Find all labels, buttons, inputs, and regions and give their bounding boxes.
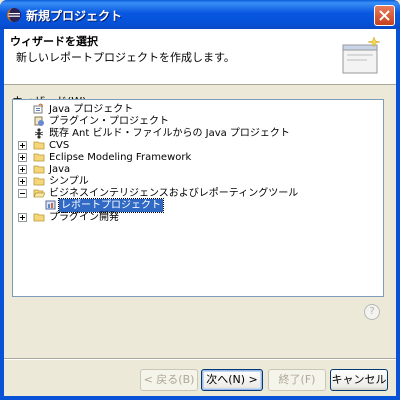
plugin-project-icon — [33, 115, 45, 127]
next-button[interactable]: 次へ(N) > — [201, 369, 263, 391]
window-title: 新規プロジェクト — [26, 9, 123, 23]
eclipse-icon — [7, 8, 21, 22]
help-icon[interactable]: ? — [364, 304, 380, 320]
expand-icon[interactable] — [18, 177, 27, 186]
window-frame-right — [396, 29, 400, 400]
expand-icon[interactable] — [18, 213, 27, 222]
folder-icon — [33, 163, 45, 175]
cancel-button[interactable]: キャンセル — [330, 369, 388, 391]
dialog-body: ウィザードを選択 新しいレポートプロジェクトを作成します。 ウィザード(W): … — [4, 29, 396, 396]
expand-icon[interactable] — [18, 153, 27, 162]
header-description: 新しいレポートプロジェクトを作成します。 — [16, 51, 235, 64]
report-project-icon — [45, 199, 57, 211]
wizard-tree[interactable]: Java プロジェクト プラグイン・プロジェクト 既存 Ant ビルド・ファイルから… — [12, 99, 384, 297]
folder-icon — [33, 139, 45, 151]
folder-icon — [33, 151, 45, 163]
collapse-icon[interactable] — [18, 189, 27, 198]
wizard-header: ウィザードを選択 新しいレポートプロジェクトを作成します。 — [4, 29, 396, 85]
expand-icon[interactable] — [18, 141, 27, 150]
window-frame-bottom — [0, 396, 400, 400]
dialog-window: 新規プロジェクト ウィザードを選択 新しいレポートプロジェクトを作成します。 ウ… — [0, 0, 400, 400]
folder-icon — [33, 175, 45, 187]
folder-open-icon — [33, 187, 46, 199]
expand-icon[interactable] — [18, 165, 27, 174]
java-project-icon — [33, 103, 45, 115]
back-button[interactable]: < 戻る(B) — [140, 369, 198, 391]
finish-button[interactable]: 終了(F) — [268, 369, 326, 391]
new-wizard-banner-icon — [342, 36, 381, 74]
button-separator — [4, 358, 396, 360]
title-bar[interactable]: 新規プロジェクト — [0, 0, 400, 29]
close-icon — [379, 10, 390, 21]
tree-item-label: プラグイン開発 — [49, 212, 119, 223]
tree-item[interactable]: プラグイン開発 — [13, 211, 383, 224]
ant-icon — [33, 127, 45, 139]
folder-icon — [33, 211, 45, 223]
close-button[interactable] — [374, 5, 395, 26]
header-title: ウィザードを選択 — [10, 35, 98, 48]
